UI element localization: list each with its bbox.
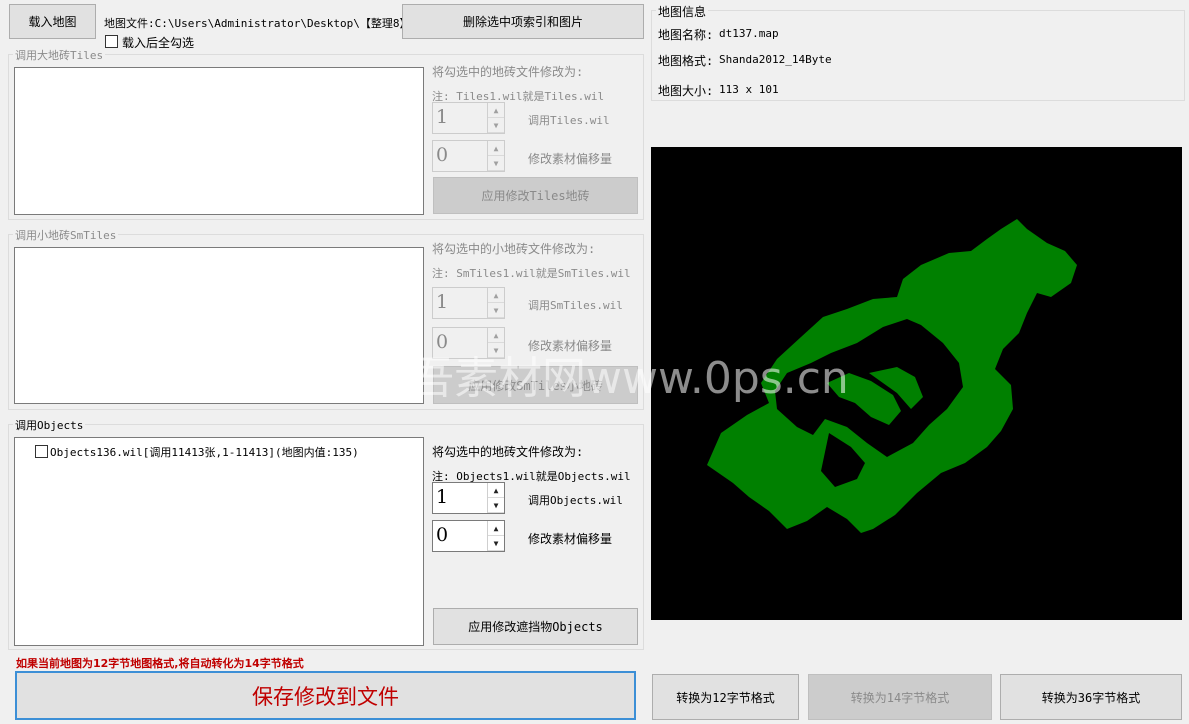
objects-item-checkbox[interactable] xyxy=(35,445,48,458)
map-format-value: Shanda2012_14Byte xyxy=(719,53,832,66)
spin-up-icon[interactable]: ▲ xyxy=(488,141,504,156)
smtiles-group-title: 调用小地砖SmTiles xyxy=(13,227,119,243)
smtiles-listbox[interactable] xyxy=(14,247,424,404)
smtiles-offset-value: 0 xyxy=(436,331,449,353)
map-format-label: 地图格式: xyxy=(658,54,714,68)
smtiles-offset-label: 修改素材偏移量 xyxy=(528,339,613,353)
save-button[interactable]: 保存修改到文件 xyxy=(15,671,636,720)
spin-down-icon[interactable]: ▼ xyxy=(488,118,504,133)
tiles-offset-value: 0 xyxy=(436,144,449,166)
objects-list-item[interactable]: Objects136.wil[调用11413张,1-11413](地图内值:13… xyxy=(50,444,359,460)
smtiles-index-stepper[interactable]: 1 ▲ ▼ xyxy=(432,287,505,319)
spin-down-icon[interactable]: ▼ xyxy=(488,156,504,171)
spin-down-icon[interactable]: ▼ xyxy=(488,303,504,318)
tiles-group-title: 调用大地砖Tiles xyxy=(13,47,106,63)
spin-up-icon[interactable]: ▲ xyxy=(488,483,504,498)
map-file-path: 地图文件:C:\Users\Administrator\Desktop\【整理8… xyxy=(104,17,418,30)
objects-index-label: 调用Objects.wil xyxy=(528,494,623,507)
check-all-label: 载入后全勾选 xyxy=(122,36,195,50)
map-size-value: 113 x 101 xyxy=(719,83,779,96)
apply-smtiles-button[interactable]: 应用修改SmTiles小地砖 xyxy=(433,366,638,404)
tiles-index-label: 调用Tiles.wil xyxy=(528,114,610,127)
smtiles-note: 注: SmTiles1.wil就是SmTiles.wil xyxy=(432,267,631,280)
convert-12-button[interactable]: 转换为12字节格式 xyxy=(652,674,799,720)
tiles-offset-stepper[interactable]: 0 ▲ ▼ xyxy=(432,140,505,172)
spin-down-icon[interactable]: ▼ xyxy=(488,536,504,551)
tiles-index-stepper[interactable]: 1 ▲ ▼ xyxy=(432,102,505,134)
objects-offset-label: 修改素材偏移量 xyxy=(528,532,613,546)
spin-up-icon[interactable]: ▲ xyxy=(488,288,504,303)
objects-index-stepper[interactable]: 1 ▲ ▼ xyxy=(432,482,505,514)
tiles-offset-label: 修改素材偏移量 xyxy=(528,152,613,166)
objects-group-title: 调用Objects xyxy=(13,417,86,433)
tiles-index-value: 1 xyxy=(436,106,449,128)
spin-up-icon[interactable]: ▲ xyxy=(488,103,504,118)
objects-index-value: 1 xyxy=(436,486,449,508)
map-size-label: 地图大小: xyxy=(658,84,714,98)
map-shape xyxy=(707,219,1077,533)
map-name-label: 地图名称: xyxy=(658,28,714,42)
format-warning: 如果当前地图为12字节地图格式,将自动转化为14字节格式 xyxy=(16,657,304,670)
map-name-value: dt137.map xyxy=(719,27,779,40)
tiles-modify-hint: 将勾选中的地砖文件修改为: xyxy=(432,65,584,79)
check-all-checkbox[interactable] xyxy=(105,35,118,48)
map-info-title: 地图信息 xyxy=(656,3,709,20)
objects-offset-stepper[interactable]: 0 ▲ ▼ xyxy=(432,520,505,552)
convert-14-button[interactable]: 转换为14字节格式 xyxy=(808,674,992,720)
objects-offset-value: 0 xyxy=(436,524,449,546)
smtiles-index-label: 调用SmTiles.wil xyxy=(528,299,623,312)
convert-36-button[interactable]: 转换为36字节格式 xyxy=(1000,674,1182,720)
load-map-button[interactable]: 载入地图 xyxy=(9,4,96,39)
map-preview[interactable] xyxy=(651,147,1182,620)
objects-modify-hint: 将勾选中的地砖文件修改为: xyxy=(432,445,584,459)
objects-listbox[interactable]: Objects136.wil[调用11413张,1-11413](地图内值:13… xyxy=(14,437,424,646)
spin-up-icon[interactable]: ▲ xyxy=(488,521,504,536)
smtiles-offset-stepper[interactable]: 0 ▲ ▼ xyxy=(432,327,505,359)
delete-selected-button[interactable]: 删除选中项索引和图片 xyxy=(402,4,644,39)
tiles-listbox[interactable] xyxy=(14,67,424,215)
smtiles-modify-hint: 将勾选中的小地砖文件修改为: xyxy=(432,242,596,256)
spin-down-icon[interactable]: ▼ xyxy=(488,498,504,513)
spin-up-icon[interactable]: ▲ xyxy=(488,328,504,343)
smtiles-index-value: 1 xyxy=(436,291,449,313)
spin-down-icon[interactable]: ▼ xyxy=(488,343,504,358)
apply-objects-button[interactable]: 应用修改遮挡物Objects xyxy=(433,608,638,645)
apply-tiles-button[interactable]: 应用修改Tiles地砖 xyxy=(433,177,638,214)
